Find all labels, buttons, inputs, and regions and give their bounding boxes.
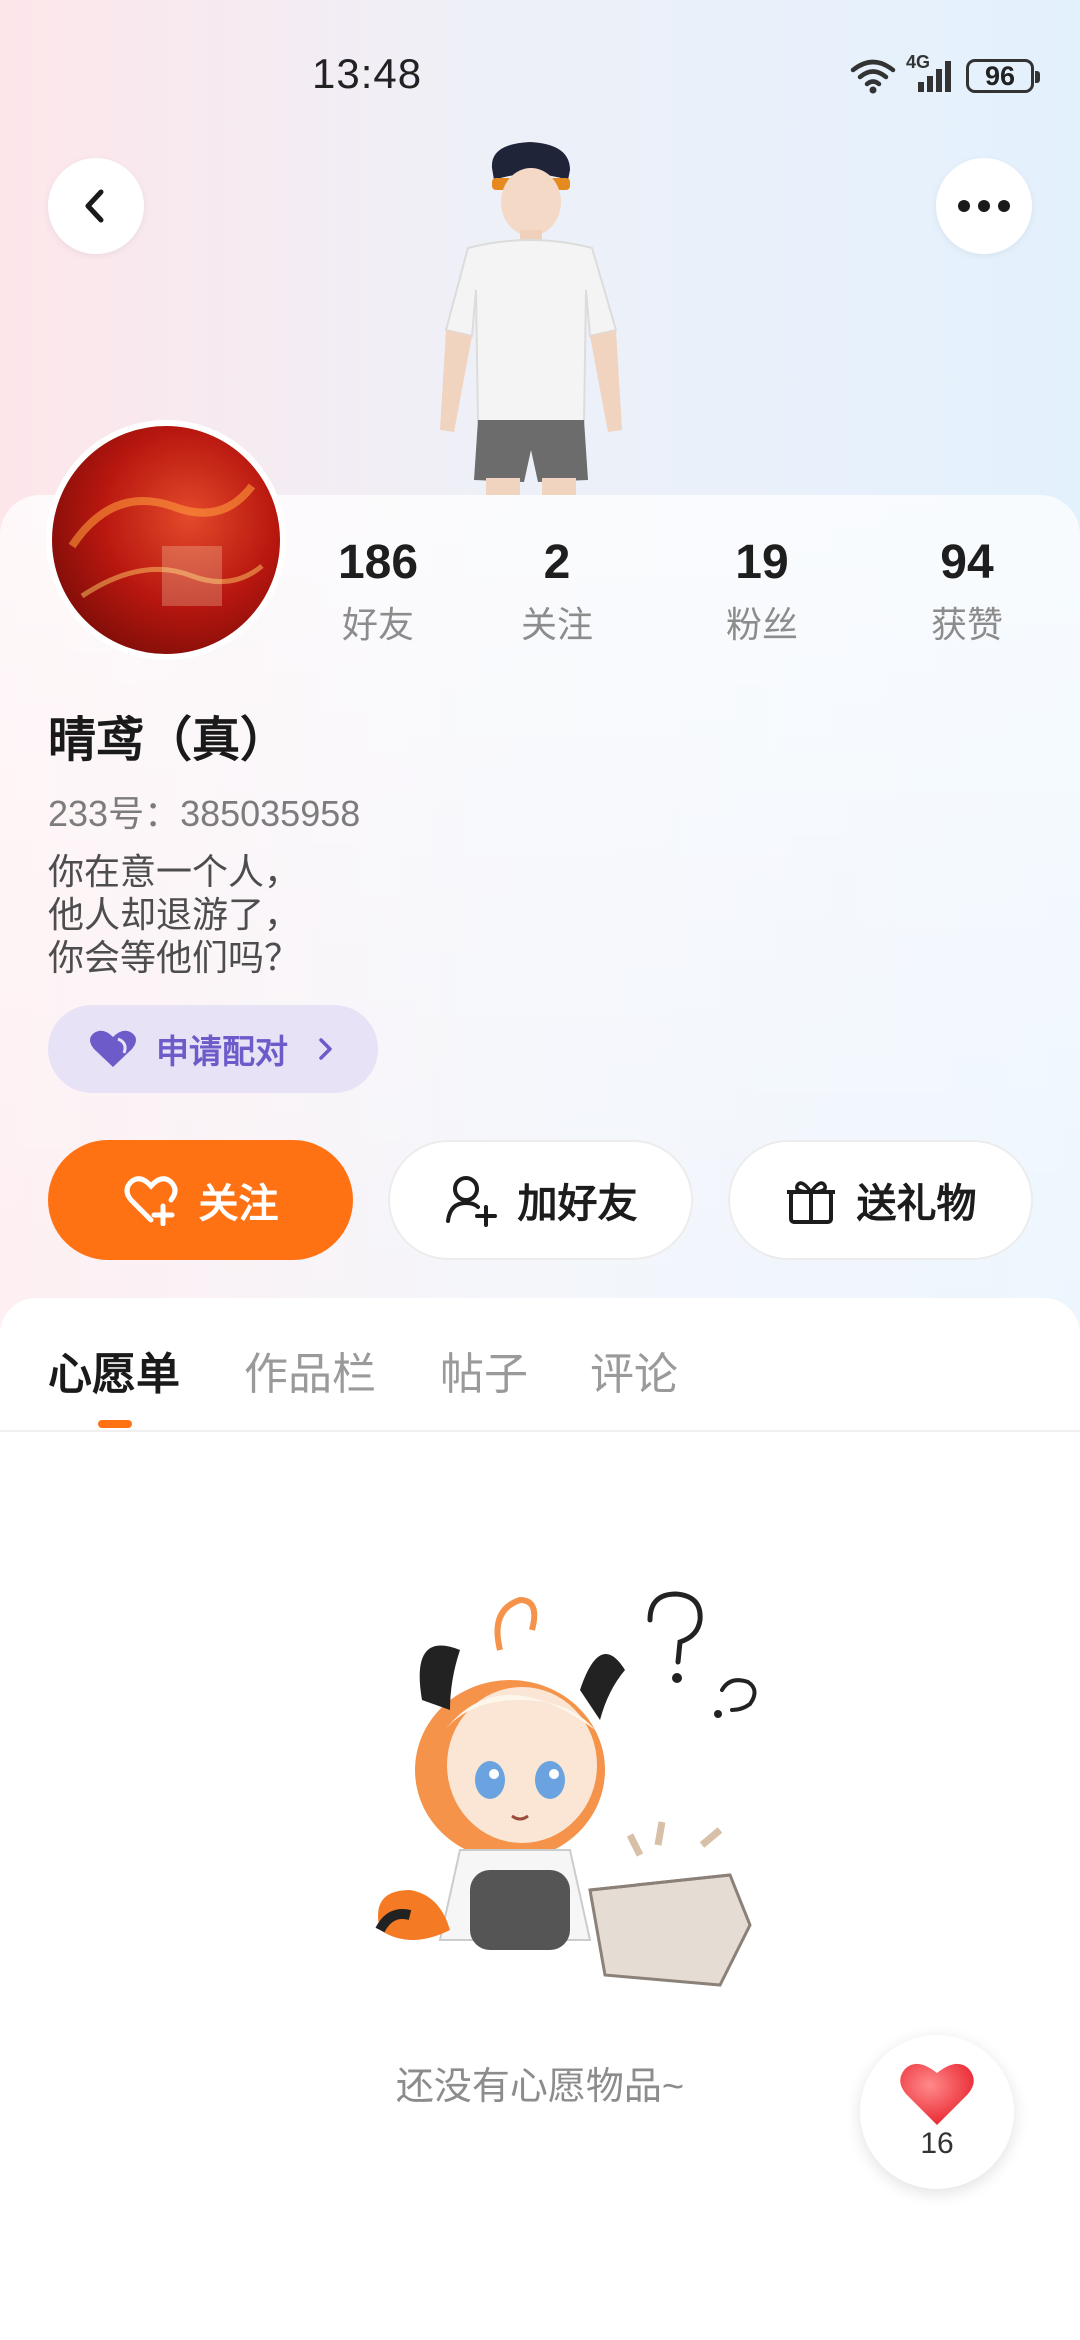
profile-uid: 233号：385035958: [48, 793, 361, 834]
wifi-icon: [850, 59, 896, 94]
heart-plus-icon: [124, 1176, 177, 1226]
more-button[interactable]: [936, 158, 1032, 254]
tab-posts[interactable]: 帖子: [440, 1338, 528, 1402]
stat-value: 94: [940, 536, 994, 589]
stat-fans[interactable]: 19 粉丝: [672, 535, 852, 648]
more-dots-icon: [958, 200, 1010, 212]
profile-bio: 你在意一个人， 他人却退游了， 你会等他们吗？: [48, 850, 300, 979]
like-button[interactable]: 16: [860, 2035, 1014, 2189]
bio-line: 他人却退游了，: [48, 894, 301, 935]
status-icons: 4G 96: [850, 52, 1040, 94]
tab-works[interactable]: 作品栏: [244, 1338, 376, 1402]
back-arrow-icon: [85, 189, 104, 223]
stat-following[interactable]: 2 关注: [467, 535, 647, 648]
request-pair-button[interactable]: 申请配对: [48, 1005, 378, 1093]
signal-icon: 4G: [906, 52, 956, 94]
follow-button[interactable]: 关注: [48, 1140, 353, 1260]
tab-wishlist[interactable]: 心愿单: [48, 1338, 180, 1402]
empty-state-illustration: [375, 1591, 757, 1987]
bio-line: 你会等他们吗？: [48, 937, 301, 978]
stat-value: 19: [735, 536, 789, 589]
bio-line: 你在意一个人，: [48, 851, 301, 892]
gift-icon: [786, 1181, 835, 1224]
heart-icon: [90, 1030, 136, 1067]
chevron-right-icon: [319, 1038, 332, 1060]
tab-divider: [0, 1430, 1080, 1432]
profile-avatar[interactable]: [46, 420, 286, 660]
add-friend-button[interactable]: 加好友: [388, 1140, 693, 1260]
stat-likes[interactable]: 94 获赞: [877, 535, 1057, 648]
tab-comments[interactable]: 评论: [590, 1338, 678, 1402]
stat-label: 关注: [520, 604, 593, 645]
battery-icon: 96: [966, 59, 1040, 93]
heart-icon: [900, 2063, 974, 2125]
profile-name: 晴鸢（真）: [48, 714, 289, 767]
stat-label: 获赞: [930, 604, 1003, 645]
stat-value: 2: [543, 536, 571, 589]
back-button[interactable]: [48, 158, 144, 254]
like-count: 16: [920, 2127, 954, 2160]
stat-friends[interactable]: 186 好友: [288, 535, 468, 648]
follow-label: 关注: [198, 1182, 279, 1226]
request-pair-label: 申请配对: [156, 1033, 288, 1070]
active-tab-indicator: [98, 1420, 132, 1428]
stat-label: 好友: [341, 604, 414, 645]
stat-label: 粉丝: [725, 604, 798, 645]
add-friend-label: 加好友: [517, 1182, 638, 1226]
stat-value: 186: [337, 536, 419, 589]
character-avatar: [440, 142, 622, 495]
add-user-icon: [445, 1176, 497, 1227]
status-time: 13:48: [312, 50, 423, 97]
send-gift-label: 送礼物: [856, 1182, 977, 1226]
send-gift-button[interactable]: 送礼物: [728, 1140, 1033, 1260]
